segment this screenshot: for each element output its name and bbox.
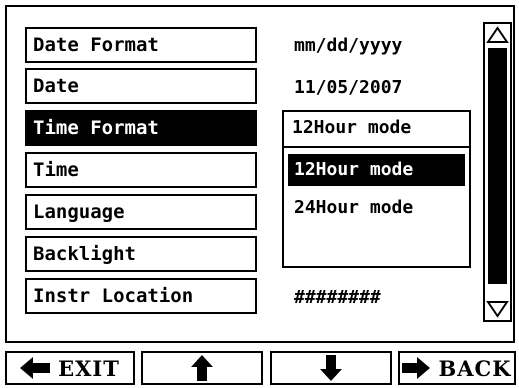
arrow-left-icon	[20, 357, 51, 379]
arrow-right-icon	[402, 357, 431, 379]
date-value: 11/05/2007	[294, 77, 403, 98]
time-format-dropdown[interactable]: 12Hour mode 12Hour mode 24Hour mode	[282, 110, 471, 268]
down-button[interactable]	[270, 351, 392, 385]
scroll-up-icon[interactable]	[485, 24, 510, 46]
scroll-down-icon[interactable]	[485, 298, 510, 320]
dropdown-option-24hour[interactable]: 24Hour mode	[288, 192, 465, 224]
exit-button[interactable]: EXIT	[5, 351, 135, 385]
row-language[interactable]: Language	[25, 194, 257, 230]
row-time-format[interactable]: Time Format	[25, 110, 257, 146]
dropdown-option-12hour[interactable]: 12Hour mode	[288, 154, 465, 186]
arrow-down-icon	[320, 355, 342, 381]
row-time[interactable]: Time	[25, 152, 257, 188]
exit-button-label: EXIT	[58, 355, 120, 381]
back-button-label: BACK	[438, 355, 512, 381]
scrollbar-thumb[interactable]	[488, 48, 507, 284]
row-date-format[interactable]: Date Format	[25, 27, 257, 63]
row-backlight[interactable]: Backlight	[25, 236, 257, 272]
instr-location-value: ########	[294, 287, 381, 308]
dropdown-current-value[interactable]: 12Hour mode	[284, 112, 469, 148]
up-button[interactable]	[141, 351, 263, 385]
row-date[interactable]: Date	[25, 68, 257, 104]
back-button[interactable]: BACK	[398, 351, 516, 385]
scrollbar[interactable]	[483, 22, 512, 322]
row-instr-location[interactable]: Instr Location	[25, 278, 257, 314]
arrow-up-icon	[191, 355, 213, 381]
date-format-value: mm/dd/yyyy	[294, 35, 403, 56]
